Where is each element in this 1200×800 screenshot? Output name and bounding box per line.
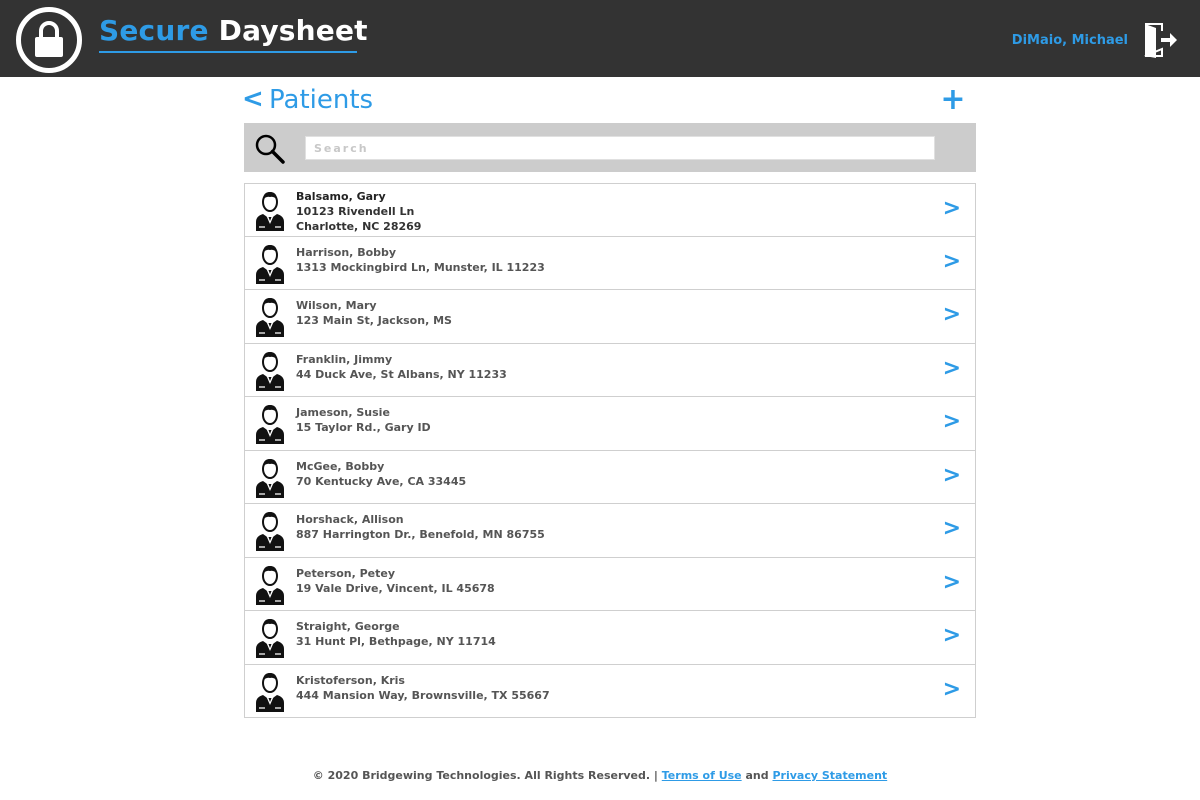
brand-underline (99, 51, 357, 53)
row-chevron-icon[interactable]: > (943, 302, 961, 327)
patient-row[interactable]: Kristoferson, Kris 444 Mansion Way, Brow… (245, 665, 975, 718)
patient-city: Charlotte, NC 28269 (296, 220, 422, 233)
back-button[interactable]: < (242, 84, 264, 114)
patient-name: Franklin, Jimmy (296, 353, 393, 366)
person-avatar-icon (253, 458, 287, 498)
row-chevron-icon[interactable]: > (943, 623, 961, 648)
patient-name: Wilson, Mary (296, 299, 377, 312)
patient-address: 444 Mansion Way, Brownsville, TX 55667 (296, 689, 550, 702)
patient-name: Peterson, Petey (296, 567, 396, 580)
person-avatar-icon (253, 244, 287, 284)
patient-address: 887 Harrington Dr., Benefold, MN 86755 (296, 528, 545, 541)
patient-address: 31 Hunt Pl, Bethpage, NY 11714 (296, 635, 496, 648)
patient-name: Kristoferson, Kris (296, 674, 405, 687)
patient-address: 15 Taylor Rd., Gary ID (296, 421, 431, 434)
row-chevron-icon[interactable]: > (943, 570, 961, 595)
padlock-icon (35, 21, 63, 57)
patient-name: McGee, Bobby (296, 460, 385, 473)
patient-row[interactable]: McGee, Bobby 70 Kentucky Ave, CA 33445 > (245, 451, 975, 504)
terms-of-use-link[interactable]: Terms of Use (662, 769, 742, 782)
patient-name: Jameson, Susie (296, 406, 390, 419)
top-header-bar: Secure Daysheet DiMaio, Michael (0, 0, 1200, 77)
footer-copyright: © 2020 Bridgewing Technologies. All Righ… (312, 769, 658, 782)
patient-row[interactable]: Harrison, Bobby 1313 Mockingbird Ln, Mun… (245, 237, 975, 290)
patient-row[interactable]: Wilson, Mary 123 Main St, Jackson, MS > (245, 290, 975, 344)
patient-name: Straight, George (296, 620, 400, 633)
patient-address: 1313 Mockingbird Ln, Munster, IL 11223 (296, 261, 545, 274)
search-input[interactable] (305, 136, 935, 160)
patient-address: 123 Main St, Jackson, MS (296, 314, 452, 327)
patient-row[interactable]: Horshack, Allison 887 Harrington Dr., Be… (245, 504, 975, 558)
person-avatar-icon (253, 511, 287, 551)
patient-row[interactable]: Straight, George 31 Hunt Pl, Bethpage, N… (245, 611, 975, 665)
row-chevron-icon[interactable]: > (943, 249, 961, 274)
brand-title: Secure Daysheet (99, 14, 368, 54)
user-name-link[interactable]: DiMaio, Michael (1012, 33, 1128, 48)
patient-address: 10123 Rivendell Ln (296, 205, 415, 218)
footer: © 2020 Bridgewing Technologies. All Righ… (0, 769, 1200, 782)
brand-word-secure: Secure (99, 14, 209, 47)
row-chevron-icon[interactable]: > (943, 356, 961, 381)
patient-name: Balsamo, Gary (296, 190, 386, 203)
person-avatar-icon (253, 297, 287, 337)
patient-address: 70 Kentucky Ave, CA 33445 (296, 475, 467, 488)
footer-and: and (745, 769, 769, 782)
row-chevron-icon[interactable]: > (943, 409, 961, 434)
brand-word-daysheet: Daysheet (218, 14, 368, 47)
patient-address: 44 Duck Ave, St Albans, NY 11233 (296, 368, 507, 381)
padlock-logo (16, 7, 82, 73)
patient-name: Harrison, Bobby (296, 246, 397, 259)
person-avatar-icon (253, 565, 287, 605)
add-patient-button[interactable]: + (938, 83, 968, 117)
patient-row[interactable]: Jameson, Susie 15 Taylor Rd., Gary ID > (245, 397, 975, 451)
search-icon (255, 134, 285, 164)
logout-door-icon[interactable] (1142, 21, 1178, 59)
search-bar (244, 123, 976, 172)
patient-row[interactable]: Balsamo, Gary 10123 Rivendell Ln Charlot… (245, 184, 975, 237)
row-chevron-icon[interactable]: > (943, 677, 961, 702)
person-avatar-icon (253, 351, 287, 391)
patient-row[interactable]: Peterson, Petey 19 Vale Drive, Vincent, … (245, 558, 975, 611)
privacy-statement-link[interactable]: Privacy Statement (772, 769, 887, 782)
row-chevron-icon[interactable]: > (943, 463, 961, 488)
patient-name: Horshack, Allison (296, 513, 404, 526)
person-avatar-icon (253, 672, 287, 712)
person-avatar-icon (253, 191, 287, 231)
patient-list: Balsamo, Gary 10123 Rivendell Ln Charlot… (244, 183, 976, 718)
person-avatar-icon (253, 404, 287, 444)
row-chevron-icon[interactable]: > (943, 516, 961, 541)
page-title: Patients (269, 85, 374, 115)
patient-row[interactable]: Franklin, Jimmy 44 Duck Ave, St Albans, … (245, 344, 975, 397)
person-avatar-icon (253, 618, 287, 658)
row-chevron-icon[interactable]: > (943, 196, 961, 221)
patient-address: 19 Vale Drive, Vincent, IL 45678 (296, 582, 495, 595)
